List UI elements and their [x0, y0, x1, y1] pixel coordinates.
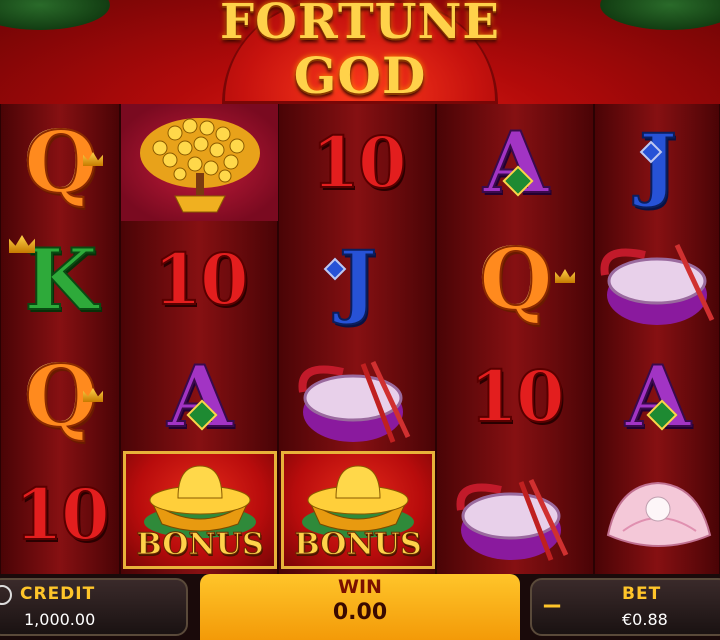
bonus-label: BONUS — [294, 527, 422, 563]
crown-icon — [555, 269, 575, 283]
credit-value: 1,000.00 — [24, 610, 96, 629]
symbol-10: 10 — [468, 354, 565, 439]
reel-4: A Q 10 — [436, 104, 594, 574]
reel-5: J A — [594, 104, 720, 574]
drum-icon — [456, 478, 569, 561]
symbol-a: A — [624, 346, 691, 447]
pearl-shell-symbol — [595, 455, 720, 574]
symbol-j: J — [279, 221, 437, 338]
symbol-10: 10 — [13, 472, 110, 557]
symbol-q: Q — [1, 104, 121, 221]
bonus-symbol: BONUS — [123, 451, 277, 569]
win-panel: WIN 0.00 — [200, 574, 520, 640]
symbol-k: K — [1, 221, 121, 338]
symbol-q: Q — [437, 221, 595, 338]
drum-symbol — [437, 455, 595, 574]
game-screen: FORTUNE GOD Q K Q 10 10 A BONUS 10 J BON… — [0, 0, 720, 640]
reel-2: 10 A BONUS — [120, 104, 279, 574]
bottom-bar: CREDIT 1,000.00 WIN 0.00 BET €0.88 — [0, 574, 720, 640]
bonus-symbol: BONUS — [281, 451, 435, 569]
game-title-line2: GOD — [293, 46, 427, 105]
win-label: WIN — [338, 576, 382, 598]
drum-icon — [600, 243, 715, 325]
game-title-line1: FORTUNE — [220, 0, 500, 50]
drum-icon — [298, 360, 411, 443]
reel-1: Q K Q 10 — [0, 104, 120, 574]
bonus-label: BONUS — [136, 527, 264, 563]
win-value: 0.00 — [332, 600, 388, 625]
bet-label: BET — [622, 584, 662, 604]
symbol-a: A — [482, 112, 549, 213]
bet-value: €0.88 — [622, 610, 668, 629]
money-tree-icon — [140, 117, 260, 212]
game-header: FORTUNE GOD — [0, 0, 720, 105]
reel-3: 10 J BONUS — [278, 104, 436, 574]
drum-symbol — [595, 221, 720, 338]
symbol-q: Q — [1, 338, 121, 455]
drum-symbol — [279, 338, 437, 455]
symbol-10: 10 — [310, 120, 407, 205]
credit-panel: CREDIT 1,000.00 — [0, 578, 188, 636]
pearl-shell-icon — [606, 481, 712, 547]
symbol-j: J — [638, 115, 678, 211]
reels-area: Q K Q 10 10 A BONUS 10 J BONUS A Q 10 J … — [0, 104, 720, 574]
credit-label: CREDIT — [20, 584, 96, 604]
symbol-10: 10 — [152, 237, 249, 322]
bet-decrease-button[interactable]: − — [534, 590, 570, 622]
money-tree-symbol — [121, 104, 279, 221]
symbol-a: A — [166, 346, 233, 447]
